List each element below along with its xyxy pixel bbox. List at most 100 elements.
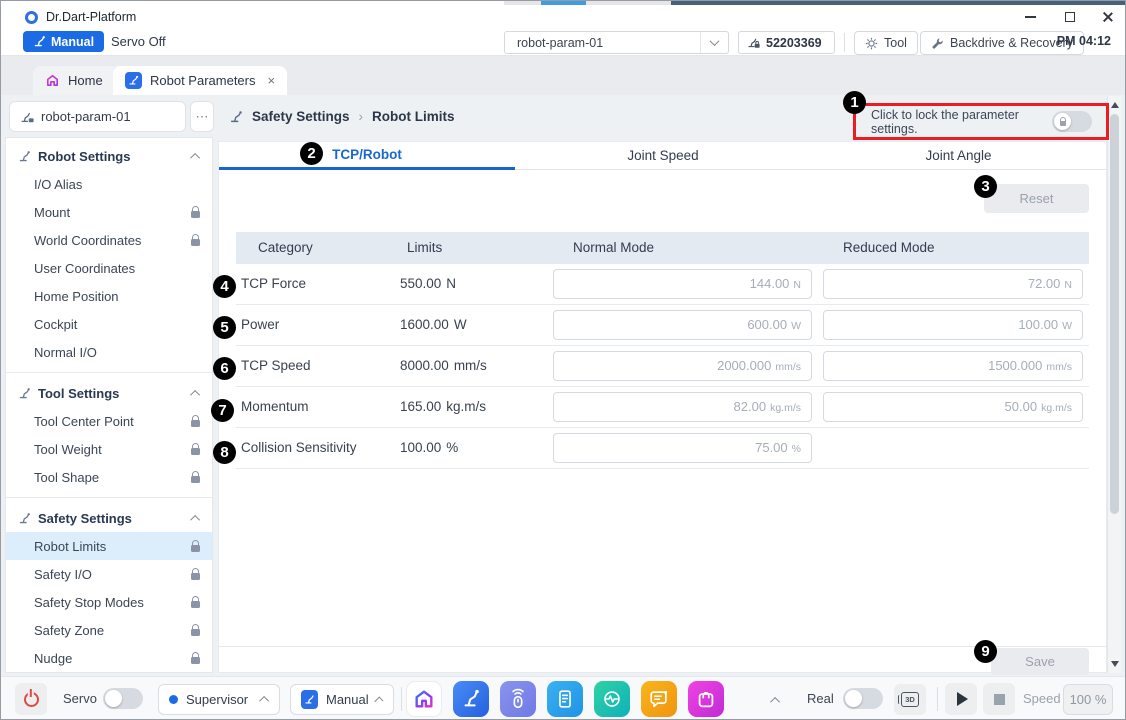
reduced-mode-input[interactable]: 72.00N [823, 269, 1083, 299]
tab-joint-speed[interactable]: Joint Speed [515, 142, 811, 170]
item-label: Home Position [34, 289, 200, 304]
param-file-select[interactable]: robot-param-01 [504, 31, 729, 54]
reduced-mode-input[interactable]: 50.00kg.m/s [823, 392, 1083, 422]
annotation-badge-4: 4 [213, 275, 236, 298]
item-label: Tool Weight [34, 442, 191, 457]
role-status-dot-icon [169, 695, 178, 704]
annotation-badge-8: 8 [213, 441, 236, 464]
input-unit: kg.m/s [770, 402, 801, 414]
table-row-momentum: Momentum 165.00kg.m/s 82.00kg.m/s 50.00k… [236, 387, 1089, 428]
sidebar-item-tool-center-point[interactable]: Tool Center Point [6, 407, 212, 435]
input-value: 2000.000 [717, 352, 771, 380]
item-label: Normal I/O [34, 345, 200, 360]
sidebar-item-tool-weight[interactable]: Tool Weight [6, 435, 212, 463]
bottombar-divider [401, 687, 402, 711]
lock-icon [191, 420, 200, 427]
power-button[interactable] [15, 683, 47, 715]
row-limit: 1600.00W [400, 317, 467, 332]
sidebar-item-mount[interactable]: Mount [6, 198, 212, 226]
store-app-icon[interactable] [688, 681, 724, 717]
sidebar-item-safety-zone[interactable]: Safety Zone [6, 616, 212, 644]
input-value: 82.00 [734, 393, 767, 421]
column-header-category: Category [258, 240, 313, 255]
play-button[interactable] [945, 683, 977, 715]
remote-app-icon[interactable] [500, 681, 536, 717]
normal-mode-input[interactable]: 144.00N [553, 269, 812, 299]
sidebar-item-normal-io[interactable]: Normal I/O [6, 338, 212, 366]
item-label: Cockpit [34, 317, 200, 332]
save-button-label: Save [1025, 654, 1055, 669]
sidebar-item-home-position[interactable]: Home Position [6, 282, 212, 310]
home-icon [45, 73, 60, 88]
tab-robot-parameters[interactable]: Robot Parameters × [113, 66, 287, 95]
speed-value: 100 % [1070, 692, 1107, 707]
role-value: Supervisor [186, 692, 254, 707]
operation-mode-select[interactable]: Manual [290, 684, 394, 715]
sidebar-item-robot-limits[interactable]: Robot Limits [6, 532, 212, 560]
normal-mode-input[interactable]: 75.00% [553, 433, 812, 463]
item-label: Nudge [34, 651, 191, 666]
maximize-button[interactable] [1055, 5, 1085, 29]
robot-icon [301, 690, 318, 709]
sim-3d-button[interactable]: 3D [894, 684, 926, 715]
stop-button[interactable] [983, 683, 1015, 715]
tab-robot-parameters-label: Robot Parameters [150, 73, 256, 88]
sidebar-param-name-field[interactable]: robot-param-01 [9, 101, 186, 132]
item-label: Tool Shape [34, 470, 191, 485]
mode-badge-label: Manual [51, 35, 94, 49]
home-app-icon[interactable] [406, 681, 442, 717]
sidebar-item-world-coordinates[interactable]: World Coordinates [6, 226, 212, 254]
tab-tcp-robot[interactable]: TCP/Robot [219, 142, 515, 170]
sidebar-item-cockpit[interactable]: Cockpit [6, 310, 212, 338]
tab-robot-parameters-close-icon[interactable]: × [268, 74, 276, 87]
robot-app-icon[interactable] [453, 681, 489, 717]
tab-label: Joint Speed [627, 148, 698, 163]
annotation-badge-6: 6 [213, 357, 236, 380]
scroll-up-icon[interactable] [1111, 102, 1119, 108]
bottombar-divider [937, 687, 938, 711]
sidebar-item-safety-stop-modes[interactable]: Safety Stop Modes [6, 588, 212, 616]
close-button[interactable] [1093, 5, 1123, 29]
sidebar-item-nudge[interactable]: Nudge [6, 644, 212, 672]
row-limit: 8000.00mm/s [400, 358, 487, 373]
document-app-icon[interactable] [547, 681, 583, 717]
toolbar: Manual Servo Off robot-param-01 52203369… [1, 29, 1125, 56]
vertical-scrollbar[interactable] [1107, 96, 1121, 673]
input-unit: kg.m/s [1041, 402, 1072, 414]
monitor-app-icon[interactable] [594, 681, 630, 717]
sidebar-item-tool-shape[interactable]: Tool Shape [6, 463, 212, 491]
speed-value-field[interactable]: 100 % [1063, 684, 1113, 715]
scrollbar-thumb[interactable] [1110, 114, 1119, 514]
sidebar-item-user-coordinates[interactable]: User Coordinates [6, 254, 212, 282]
dock-collapse-chevron-icon[interactable] [770, 697, 780, 707]
table-row-collision-sensitivity: Collision Sensitivity 100.00% 75.00% [236, 428, 1089, 469]
reset-button[interactable]: Reset [984, 184, 1089, 213]
robot-serial[interactable]: 52203369 [738, 31, 835, 54]
real-sim-toggle[interactable] [843, 688, 883, 709]
reduced-mode-input[interactable]: 100.00W [823, 310, 1083, 340]
tool-button[interactable]: Tool [854, 31, 918, 55]
sidebar-section-header[interactable]: Robot Settings [6, 142, 212, 170]
normal-mode-input[interactable]: 600.00W [553, 310, 812, 340]
servo-toggle[interactable] [103, 688, 143, 709]
sidebar-item-safety-io[interactable]: Safety I/O [6, 560, 212, 588]
limit-value: 165.00 [400, 399, 441, 414]
row-limit: 165.00kg.m/s [400, 399, 486, 414]
tab-joint-angle[interactable]: Joint Angle [811, 142, 1106, 170]
parameter-lock-toggle[interactable] [1052, 111, 1092, 132]
sidebar-section-header[interactable]: Tool Settings [6, 379, 212, 407]
reduced-mode-input[interactable]: 1500.000mm/s [823, 351, 1083, 381]
chat-app-icon[interactable] [641, 681, 677, 717]
normal-mode-input[interactable]: 2000.000mm/s [553, 351, 812, 381]
sidebar-item-io-alias[interactable]: I/O Alias [6, 170, 212, 198]
sidebar-section-header[interactable]: Safety Settings [6, 504, 212, 532]
sidebar-more-button[interactable]: ⋯ [190, 101, 214, 132]
scroll-down-icon[interactable] [1111, 661, 1119, 667]
sidebar-section-robot-settings: Robot Settings I/O Alias Mount World Coo… [6, 138, 212, 372]
normal-mode-input[interactable]: 82.00kg.m/s [553, 392, 812, 422]
save-button[interactable]: Save [991, 648, 1089, 675]
input-unit: % [792, 443, 801, 455]
mode-badge[interactable]: Manual [23, 31, 104, 52]
minimize-button[interactable] [1015, 5, 1045, 29]
role-select[interactable]: Supervisor [158, 684, 280, 715]
